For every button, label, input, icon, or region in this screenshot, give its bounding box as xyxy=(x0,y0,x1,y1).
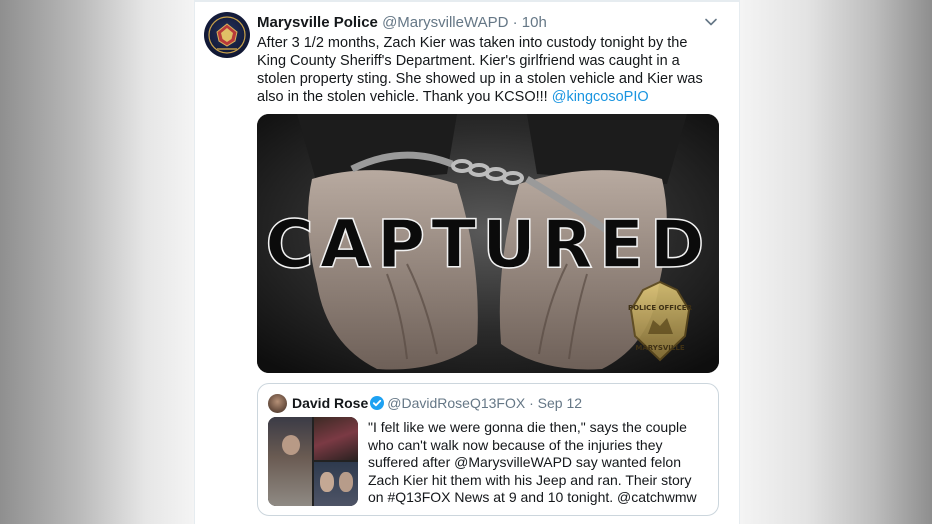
divider xyxy=(195,0,739,2)
badge-top-text: POLICE OFFICER xyxy=(628,304,693,312)
collage-face xyxy=(282,435,300,455)
captured-headline: CAPTURED xyxy=(265,206,710,283)
collage-photo-vehicle xyxy=(314,417,358,460)
mugshot-face-right xyxy=(339,472,353,492)
author-avatar[interactable] xyxy=(204,12,250,58)
blurred-background-left xyxy=(0,0,194,524)
tweet-time[interactable]: 10h xyxy=(522,14,547,31)
tweet-card[interactable]: Marysville Police @MarysvilleWAPD · 10h … xyxy=(194,0,740,524)
quote-author-name[interactable]: David Rose xyxy=(292,395,368,411)
author-name[interactable]: Marysville Police xyxy=(257,14,378,31)
blurred-background-right xyxy=(740,0,932,524)
collage-photo-woman xyxy=(268,417,312,506)
tweet-image[interactable]: CAPTURED POLICE OFFICER MARYSVILLE xyxy=(257,114,719,373)
tweet-text: After 3 1/2 months, Zach Kier was taken … xyxy=(257,34,719,106)
mention-link[interactable]: @kingcosoPIO xyxy=(552,89,649,105)
badge-bottom-text: MARYSVILLE xyxy=(635,344,684,352)
quote-image-collage[interactable] xyxy=(268,417,358,506)
quote-date[interactable]: Sep 12 xyxy=(538,395,582,411)
separator-dot: · xyxy=(512,14,518,31)
quote-text: "I felt like we were gonna die then," sa… xyxy=(368,419,697,505)
captured-handcuffs-image: CAPTURED POLICE OFFICER MARYSVILLE xyxy=(257,114,719,373)
mugshot-face-left xyxy=(320,472,334,492)
tweet-header: Marysville Police @MarysvilleWAPD · 10h xyxy=(257,14,547,31)
quote-separator-dot: · xyxy=(529,395,534,411)
author-handle[interactable]: @MarysvilleWAPD xyxy=(382,14,508,31)
quoted-tweet[interactable]: David Rose @DavidRoseQ13FOX · Sep 12 "I … xyxy=(257,383,719,516)
police-badge-icon xyxy=(208,16,246,54)
chevron-down-icon[interactable] xyxy=(703,14,719,30)
quote-header: David Rose @DavidRoseQ13FOX · Sep 12 xyxy=(292,395,582,411)
quote-author-avatar[interactable] xyxy=(268,394,287,413)
verified-badge-icon xyxy=(370,396,385,410)
quote-author-handle[interactable]: @DavidRoseQ13FOX xyxy=(387,395,525,411)
